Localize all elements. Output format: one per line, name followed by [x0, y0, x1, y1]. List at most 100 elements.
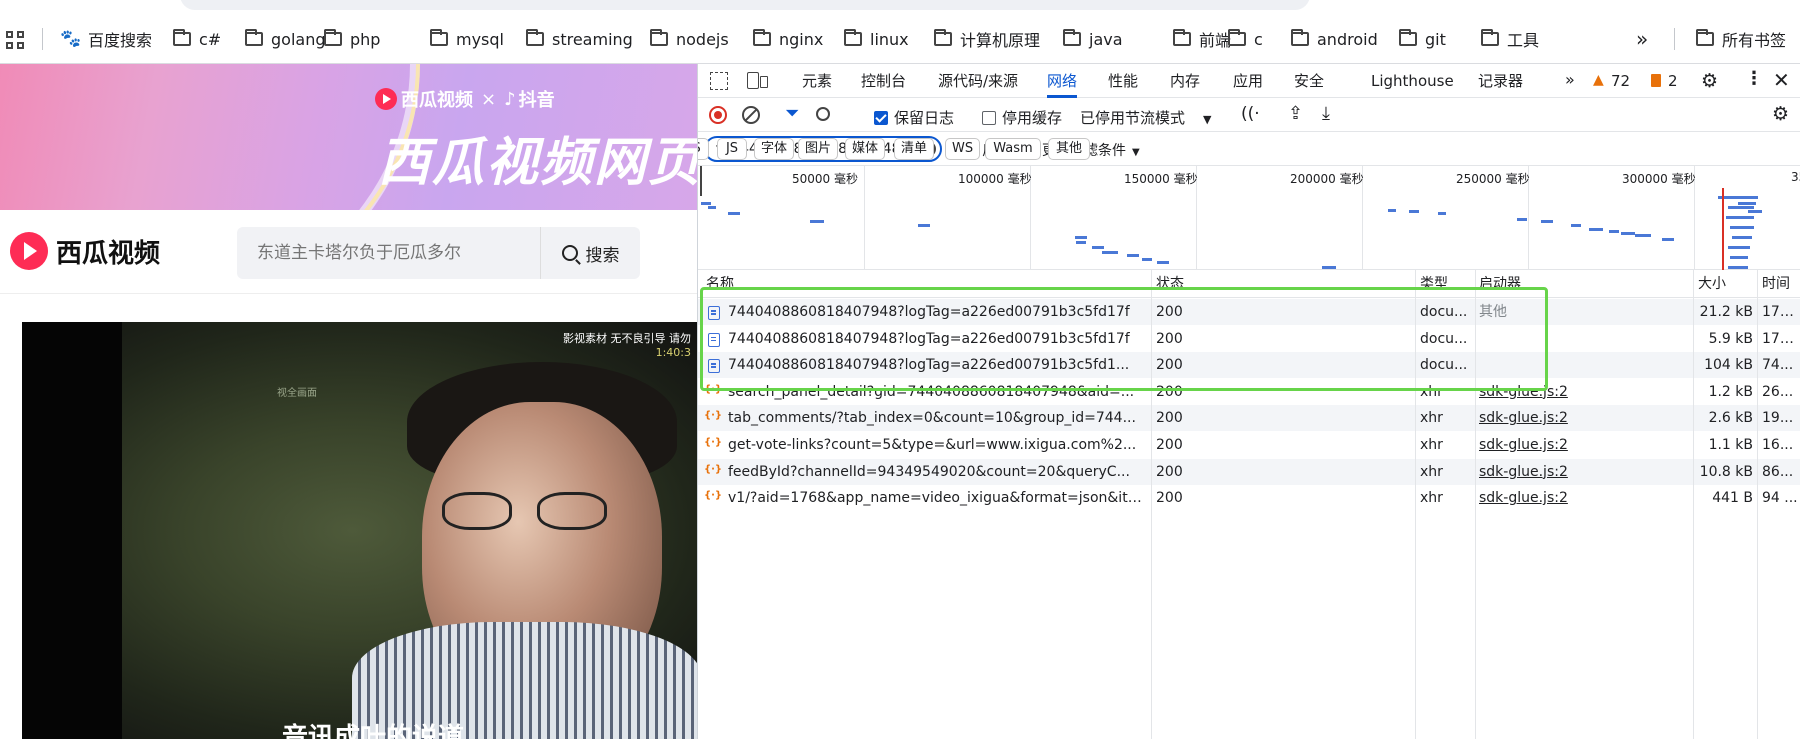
bookmark-item[interactable]: streaming [526, 14, 633, 64]
column-header-0[interactable]: 名称 [706, 270, 734, 298]
tab-0[interactable]: 元素 [802, 64, 832, 98]
filter-icon[interactable]: ⏷ [785, 103, 799, 124]
cell-initiator[interactable]: sdk-glue.js:2 [1479, 459, 1679, 485]
tab-3[interactable]: 网络 [1047, 64, 1078, 98]
filter-type-3[interactable]: CSS [698, 138, 709, 160]
table-row[interactable]: {·} tab_comments/?tab_index=0&count=10&gr… [698, 405, 1800, 432]
bookmark-item[interactable]: 🐾 百度搜索 [60, 14, 152, 64]
xhr-icon: {·} [704, 463, 723, 475]
bookmark-item[interactable]: c# [173, 14, 221, 64]
apps-grid-icon[interactable] [6, 31, 24, 49]
cell-size: 1.1 kB [1708, 437, 1753, 453]
search-input[interactable] [237, 227, 540, 279]
bookmark-item[interactable]: 计算机原理 [934, 14, 1040, 64]
search-button[interactable]: 搜索 [540, 227, 640, 279]
column-header-1[interactable]: 状态 [1156, 270, 1184, 298]
close-devtools-icon[interactable]: ✕ [1773, 68, 1790, 92]
table-row[interactable]: 7440408860818407948?logTag=a226ed00791b3… [698, 326, 1800, 352]
search-icon[interactable] [816, 107, 830, 121]
filter-type-9[interactable]: WS [945, 138, 981, 160]
import-har-icon[interactable]: ⇪ [1288, 103, 1303, 124]
cell-initiator[interactable]: sdk-glue.js:2 [1479, 485, 1679, 511]
record-button[interactable] [709, 106, 727, 124]
cell-name: v1/?aid=1768&app_name=video_ixigua&forma… [728, 490, 1148, 507]
video-player[interactable]: 视全画面 影视素材 无不良引导 请勿 1:40:3 音讯成叶的说道 [22, 322, 697, 739]
tab-4[interactable]: 性能 [1108, 64, 1138, 98]
filter-type-8[interactable]: 清单 [894, 138, 935, 160]
bookmark-item[interactable]: linux [844, 14, 909, 64]
column-divider[interactable] [1475, 270, 1476, 739]
all-bookmarks[interactable]: 所有书签 [1696, 14, 1786, 64]
promo-banner[interactable]: 西瓜视频 × ♪ 抖音 西瓜视频网页 [0, 64, 697, 210]
cell-initiator[interactable]: sdk-glue.js:2 [1479, 379, 1679, 405]
column-divider[interactable] [1415, 270, 1416, 739]
bookmark-item[interactable]: php [324, 14, 380, 64]
filter-type-6[interactable]: 图片 [798, 138, 839, 160]
column-divider[interactable] [1693, 270, 1694, 739]
address-bar[interactable] [180, 0, 1310, 10]
tab-9[interactable]: 记录器 [1478, 64, 1523, 98]
bookmark-item[interactable]: git [1399, 14, 1446, 64]
cell-initiator[interactable]: sdk-glue.js:2 [1479, 405, 1679, 431]
bookmark-item[interactable]: golang [245, 14, 326, 64]
more-options-icon[interactable]: ⋮ [1745, 68, 1763, 89]
column-header-3[interactable]: 启动器 [1479, 270, 1521, 298]
warnings-count[interactable]: 72 [1611, 72, 1630, 90]
table-row[interactable]: 7440408860818407948?logTag=a226ed00791b3… [698, 352, 1800, 379]
folder-icon [173, 29, 191, 46]
table-row[interactable]: {·} v1/?aid=1768&app_name=video_ixigua&fo… [698, 485, 1800, 511]
table-row[interactable]: {·} search_panel_detail?gid=7440408860818… [698, 379, 1800, 405]
bookmark-item[interactable]: android [1291, 14, 1378, 64]
cell-name: tab_comments/?tab_index=0&count=10&group… [728, 410, 1136, 427]
bookmark-item[interactable]: nodejs [650, 14, 729, 64]
column-divider[interactable] [1151, 270, 1152, 739]
tab-1[interactable]: 控制台 [861, 64, 906, 98]
xhr-icon: {·} [704, 437, 723, 448]
bookmark-item[interactable]: mysql [430, 14, 504, 64]
disable-cache-checkbox[interactable]: 停用缓存 [982, 107, 1062, 128]
bookmark-item[interactable]: nginx [753, 14, 823, 64]
cell-status: 200 [1156, 437, 1183, 453]
inspect-element-icon[interactable] [710, 72, 728, 90]
table-row[interactable]: {·} get-vote-links?count=5&type=&url=www.… [698, 432, 1800, 458]
filter-type-10[interactable]: Wasm [985, 138, 1041, 160]
throttle-select[interactable]: 已停用节流模式 ▼ [1080, 107, 1211, 128]
column-header-2[interactable]: 类型 [1420, 270, 1448, 298]
bookmark-item[interactable]: java [1063, 14, 1123, 64]
network-settings-gear-icon[interactable]: ⚙ [1772, 103, 1789, 125]
tab-5[interactable]: 内存 [1170, 64, 1200, 98]
column-header-4[interactable]: 大小 [1698, 270, 1726, 298]
tabs-overflow-button[interactable]: » [1565, 70, 1575, 89]
bookmarks-overflow-button[interactable]: » [1636, 14, 1648, 64]
bookmark-item[interactable]: 工具 [1481, 14, 1539, 64]
cell-time: 19... [1762, 410, 1794, 427]
site-logo[interactable]: 西瓜视频 [10, 232, 160, 270]
tab-6[interactable]: 应用 [1233, 64, 1263, 98]
bookmark-item[interactable]: 前端 [1173, 14, 1231, 64]
column-header-5[interactable]: 时间 [1762, 270, 1790, 298]
bookmark-item[interactable]: c [1228, 14, 1263, 64]
disable-cache-check[interactable] [982, 111, 996, 125]
preserve-log-check[interactable] [874, 111, 888, 125]
network-conditions-wifi-icon[interactable]: ((· [1241, 104, 1260, 124]
filter-type-5[interactable]: 字体 [754, 138, 795, 160]
column-divider[interactable] [1757, 270, 1758, 739]
network-overview-timeline[interactable]: 50000 毫秒 100000 毫秒 150000 毫秒 200000 毫秒 25000… [698, 166, 1800, 285]
preserve-log-checkbox[interactable]: 保留日志 [874, 107, 954, 128]
tab-7[interactable]: 安全 [1294, 64, 1324, 98]
filter-type-7[interactable]: 媒体 [845, 138, 886, 160]
tab-8[interactable]: Lighthouse [1371, 64, 1454, 98]
table-row[interactable]: {·} feedById?channelId=94349549020&count=… [698, 458, 1800, 485]
cell-initiator[interactable]: 其他 [1479, 299, 1679, 325]
cell-initiator[interactable]: sdk-glue.js:2 [1479, 432, 1679, 458]
filter-type-4[interactable]: JS [717, 138, 747, 160]
bookmarks-separator [42, 28, 43, 50]
table-row[interactable]: 7440408860818407948?logTag=a226ed00791b3… [698, 299, 1800, 325]
export-har-icon[interactable]: ⤓ [1322, 103, 1330, 124]
settings-gear-icon[interactable]: ⚙ [1701, 70, 1718, 92]
issues-count[interactable]: 2 [1668, 72, 1678, 90]
filter-type-11[interactable]: 其他 [1048, 138, 1090, 160]
tab-2[interactable]: 源代码/来源 [938, 64, 1018, 98]
device-toolbar-icon[interactable] [747, 72, 759, 89]
clear-icon[interactable] [742, 106, 760, 124]
